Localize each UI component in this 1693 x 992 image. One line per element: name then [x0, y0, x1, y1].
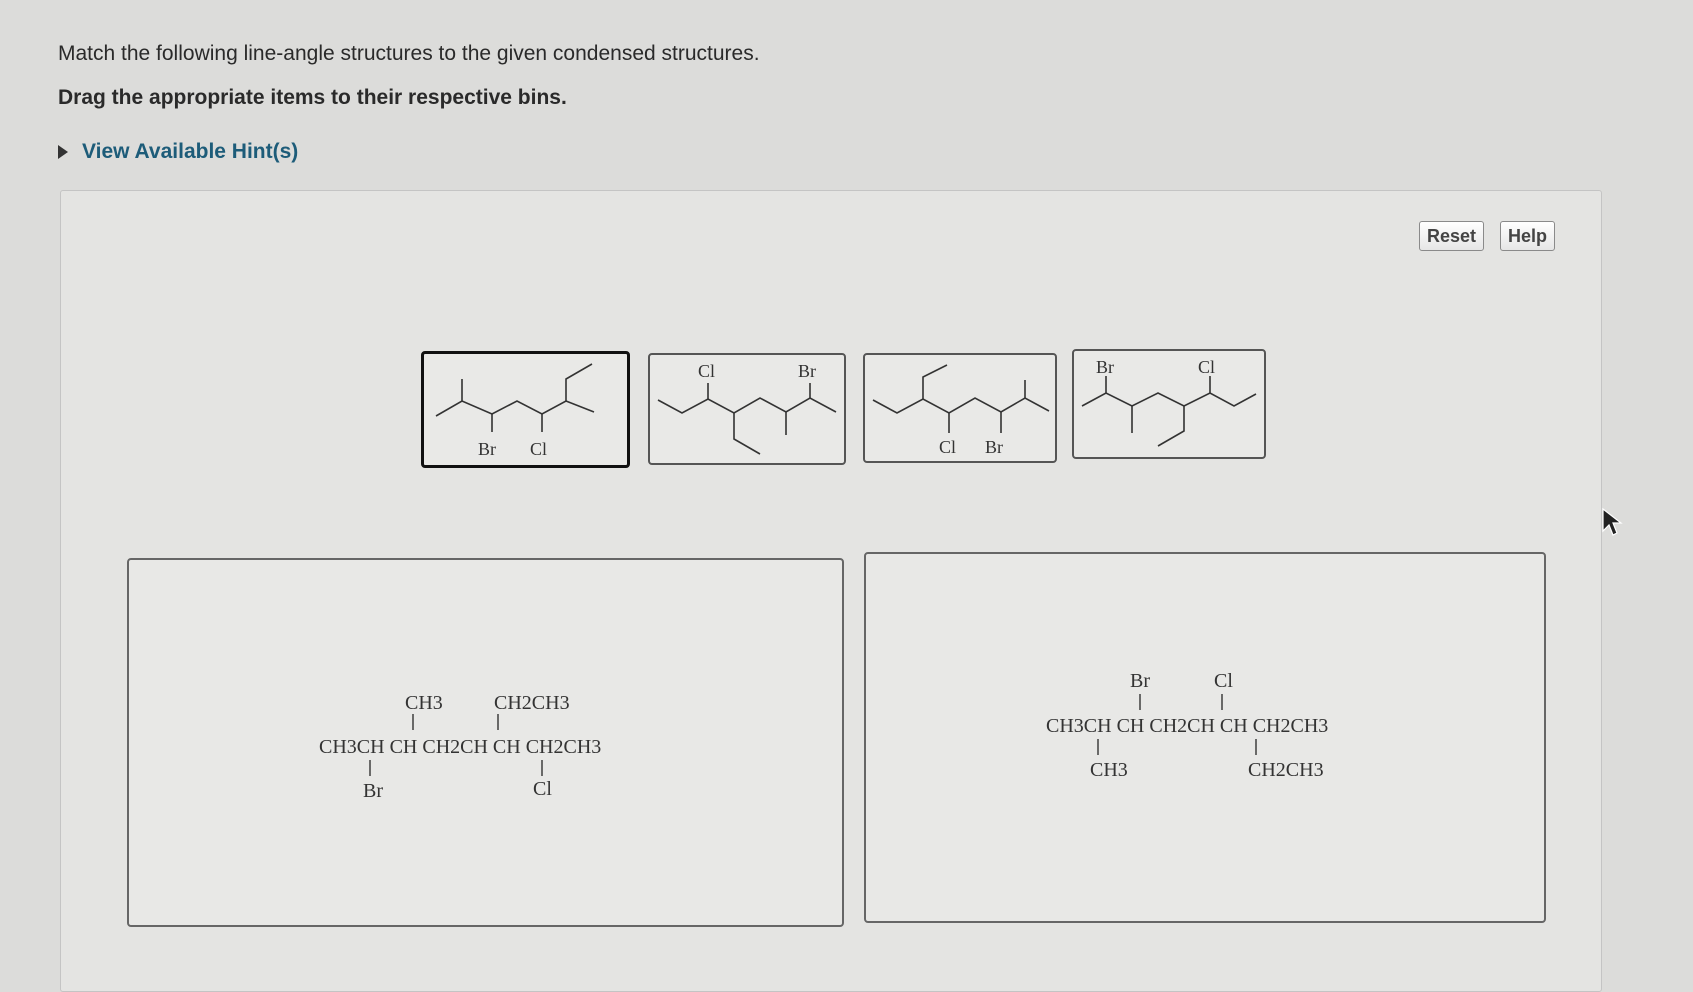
- main-chain-label: CH3CH CH CH2CH CH CH2CH3: [319, 736, 601, 758]
- substituent-label: CH2CH3: [494, 692, 570, 714]
- tile-label: Cl: [698, 361, 715, 381]
- tile-label: Br: [1096, 357, 1114, 377]
- view-hints-link[interactable]: View Available Hint(s): [58, 140, 298, 164]
- line-angle-structure: Br Cl: [1081, 357, 1257, 447]
- question-text: Match the following line-angle structure…: [58, 42, 760, 65]
- expand-triangle-icon: [58, 145, 68, 159]
- substituent-label: CH2CH3: [1248, 759, 1324, 781]
- condensed-structure: CH3 CH2CH3 CH3CH CH CH2CH CH CH2CH3 Br C…: [319, 692, 601, 802]
- mouse-pointer-icon: [1602, 507, 1623, 536]
- condensed-structure: Br Cl CH3CH CH CH2CH CH CH2CH3 CH3 CH2CH…: [1046, 670, 1328, 781]
- tile-label: Br: [985, 437, 1003, 457]
- tile-label: Br: [478, 439, 496, 459]
- substituent-label: Br: [363, 780, 383, 802]
- substituent-label: Cl: [533, 778, 552, 800]
- reset-button[interactable]: Reset: [1419, 221, 1485, 251]
- structure-tile[interactable]: Cl Br: [648, 353, 846, 465]
- line-angle-structure: Cl Br: [872, 364, 1050, 457]
- main-chain-label: CH3CH CH CH2CH CH CH2CH3: [1046, 715, 1328, 737]
- help-button[interactable]: Help: [1500, 221, 1556, 251]
- substituent-label: Cl: [1214, 670, 1233, 692]
- substituent-label: CH3: [1090, 759, 1128, 781]
- structure-tile[interactable]: Cl Br: [863, 353, 1057, 463]
- drop-bin[interactable]: Br Cl CH3CH CH CH2CH CH CH2CH3 CH3 CH2CH…: [864, 552, 1546, 923]
- view-hints-label: View Available Hint(s): [82, 140, 299, 163]
- tile-label: Cl: [1198, 357, 1215, 377]
- structure-tile[interactable]: Br Cl: [1072, 349, 1266, 459]
- drop-bin[interactable]: CH3 CH2CH3 CH3CH CH CH2CH CH CH2CH3 Br C…: [127, 558, 844, 927]
- line-angle-structure: Br Cl: [435, 363, 595, 459]
- structure-tile[interactable]: Br Cl: [421, 351, 630, 468]
- line-angle-structure: Cl Br: [657, 361, 837, 455]
- tile-label: Br: [798, 361, 816, 381]
- substituent-label: CH3: [405, 692, 443, 714]
- directive-text: Drag the appropriate items to their resp…: [58, 86, 567, 109]
- substituent-label: Br: [1130, 670, 1150, 692]
- tile-label: Cl: [939, 437, 956, 457]
- tile-label: Cl: [530, 439, 547, 459]
